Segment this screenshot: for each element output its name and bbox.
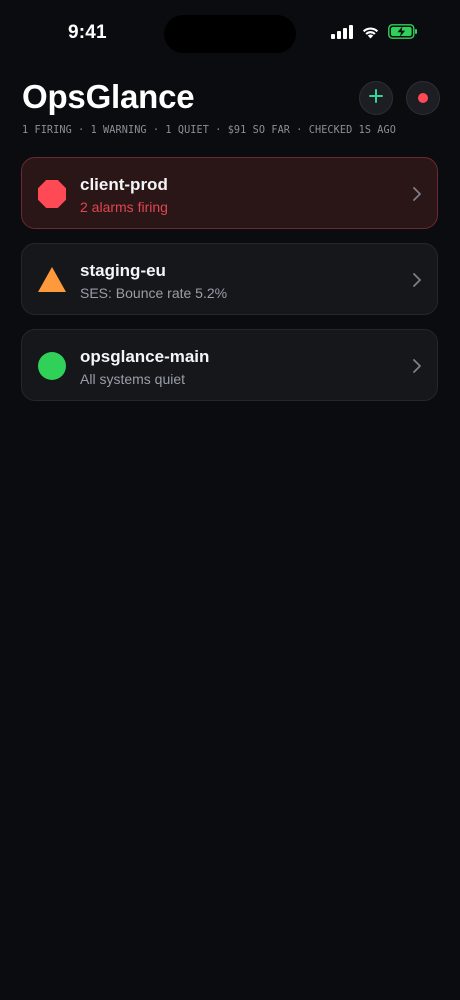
account-card-staging-eu[interactable]: staging-eu SES: Bounce rate 5.2% xyxy=(21,243,438,315)
plus-icon xyxy=(369,88,383,108)
account-card-opsglance-main[interactable]: opsglance-main All systems quiet xyxy=(21,329,438,401)
chevron-right-icon xyxy=(413,187,421,201)
status-bar: 9:41 xyxy=(0,0,460,70)
account-status-text: SES: Bounce rate 5.2% xyxy=(80,285,228,301)
wifi-icon xyxy=(361,25,380,39)
chevron-right-icon xyxy=(413,359,421,373)
account-name: opsglance-main xyxy=(80,347,210,366)
account-status-text: 2 alarms firing xyxy=(80,199,168,215)
record-dot-icon xyxy=(418,93,428,103)
chevron-right-icon xyxy=(413,273,421,287)
octagon-icon xyxy=(38,180,66,208)
status-time: 9:41 xyxy=(68,22,107,43)
status-summary: 1 FIRING · 1 WARNING · 1 QUIET · $91 SO … xyxy=(22,125,397,136)
account-name: staging-eu xyxy=(80,261,166,280)
record-button[interactable] xyxy=(406,81,440,115)
account-card-client-prod[interactable]: client-prod 2 alarms firing xyxy=(21,157,438,229)
cellular-signal-icon xyxy=(331,24,353,39)
triangle-icon xyxy=(38,266,66,294)
app-title: OpsGlance xyxy=(22,78,195,115)
dynamic-island xyxy=(164,15,296,53)
account-name: client-prod xyxy=(80,175,168,194)
circle-icon xyxy=(38,352,66,380)
status-icons xyxy=(331,24,418,39)
add-account-button[interactable] xyxy=(359,81,393,115)
account-status-text: All systems quiet xyxy=(80,371,186,387)
battery-charging-icon xyxy=(388,24,418,39)
